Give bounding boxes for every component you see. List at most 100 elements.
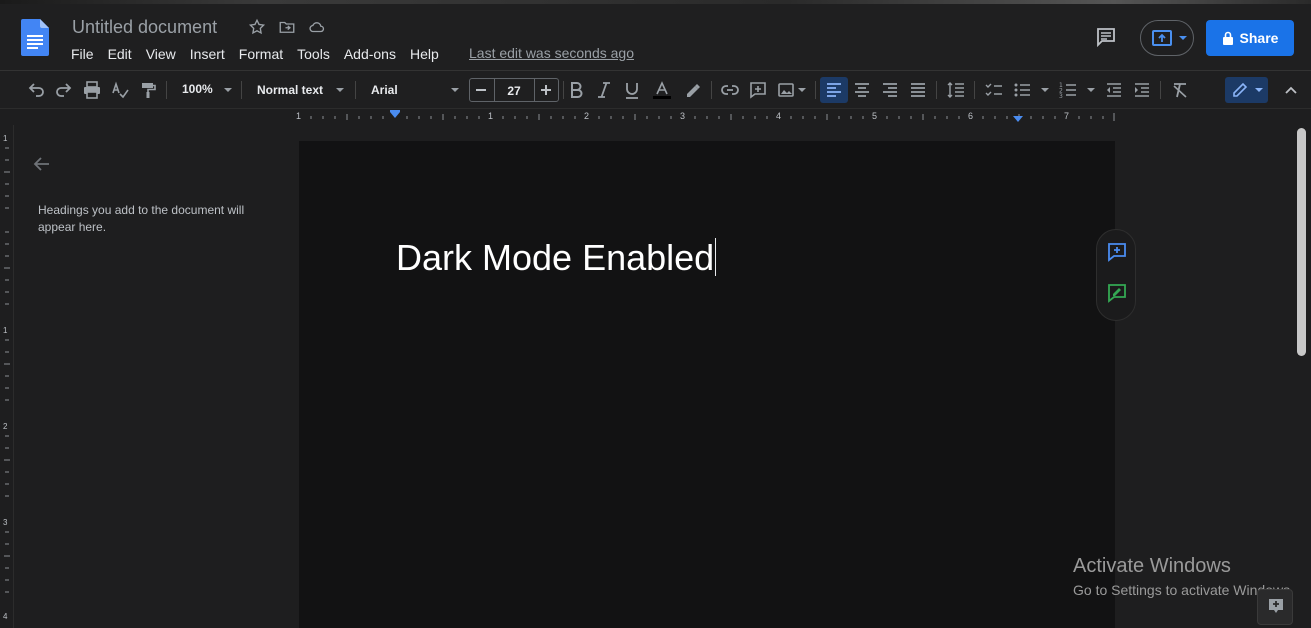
move-folder-icon[interactable]	[278, 18, 296, 36]
ruler-v-number: 4	[3, 612, 8, 621]
justify-icon[interactable]	[908, 80, 928, 100]
font-select[interactable]: Arial	[371, 83, 398, 97]
ruler-h-number: 1	[296, 111, 302, 121]
ruler-h-number: 1	[488, 111, 494, 121]
bold-icon[interactable]	[566, 80, 586, 100]
last-edit-link[interactable]: Last edit was seconds ago	[469, 45, 634, 61]
close-outline-arrow-icon[interactable]	[32, 154, 52, 174]
align-left-icon	[824, 80, 844, 100]
window-top-strip	[0, 0, 1311, 4]
document-title[interactable]: Untitled document	[72, 17, 217, 38]
share-label: Share	[1239, 30, 1279, 46]
font-size-input[interactable]: 27	[494, 84, 534, 98]
text-cursor	[715, 238, 717, 276]
print-icon[interactable]	[82, 80, 102, 100]
editing-mode-button[interactable]	[1225, 77, 1268, 103]
line-spacing-icon[interactable]	[946, 80, 966, 100]
clear-formatting-icon[interactable]	[1170, 80, 1190, 100]
bulleted-list-icon[interactable]	[1012, 80, 1032, 100]
share-button[interactable]: Share	[1206, 20, 1294, 56]
align-center-icon[interactable]	[852, 80, 872, 100]
menu-addons[interactable]: Add-ons	[337, 44, 403, 64]
align-right-icon[interactable]	[880, 80, 900, 100]
numbered-list-dropdown-icon[interactable]	[1087, 88, 1095, 92]
toolbar-divider	[241, 81, 242, 99]
increase-indent-icon[interactable]	[1132, 80, 1152, 100]
menu-file[interactable]: File	[64, 44, 101, 64]
toolbar-divider	[1160, 81, 1161, 99]
document-body[interactable]: Dark Mode Enabled	[396, 237, 717, 279]
explore-icon	[1269, 599, 1283, 613]
star-icon[interactable]	[248, 18, 266, 36]
toolbar-divider	[711, 81, 712, 99]
present-dropdown-icon[interactable]	[1179, 36, 1187, 40]
ruler-h-number: 6	[968, 111, 974, 121]
toolbar-divider	[815, 81, 816, 99]
underline-icon[interactable]	[622, 80, 642, 100]
text-color-icon[interactable]	[652, 80, 672, 100]
vertical-scrollbar[interactable]	[1297, 128, 1306, 356]
activate-title: Activate Windows	[1073, 555, 1231, 577]
ruler-ticks	[310, 110, 1115, 122]
decrease-indent-icon[interactable]	[1104, 80, 1124, 100]
numbered-list-icon[interactable]: 123	[1058, 80, 1078, 100]
header: Untitled document File Edit View Insert …	[0, 0, 1311, 71]
spellcheck-icon[interactable]	[110, 80, 130, 100]
ruler-h-number: 7	[1064, 111, 1070, 121]
insert-image-icon[interactable]	[776, 80, 796, 100]
outline-empty-message: Headings you add to the document will ap…	[38, 203, 245, 234]
lock-icon	[1222, 31, 1233, 45]
redo-icon[interactable]	[54, 80, 74, 100]
paint-format-icon[interactable]	[138, 80, 158, 100]
style-select[interactable]: Normal text	[257, 83, 323, 97]
ruler-h-number: 5	[872, 111, 878, 121]
add-comment-icon[interactable]	[748, 80, 768, 100]
highlight-color-icon[interactable]	[682, 80, 702, 100]
toolbar-divider	[563, 81, 564, 99]
comment-history-icon[interactable]	[1094, 25, 1118, 49]
document-text: Dark Mode Enabled	[396, 237, 715, 278]
menu-edit[interactable]: Edit	[101, 44, 139, 64]
present-icon	[1152, 30, 1172, 46]
toolbar-divider	[166, 81, 167, 99]
editing-mode-dropdown-icon	[1255, 88, 1263, 92]
vertical-ruler-ticks	[4, 147, 10, 593]
italic-icon[interactable]	[594, 80, 614, 100]
pencil-icon	[1233, 82, 1248, 97]
font-dropdown-icon[interactable]	[451, 88, 459, 92]
menu-format[interactable]: Format	[232, 44, 290, 64]
add-comment-float-icon[interactable]	[1106, 241, 1128, 263]
font-size-divider	[534, 78, 535, 102]
insert-image-dropdown-icon[interactable]	[798, 88, 806, 92]
toolbar-divider	[355, 81, 356, 99]
toolbar-divider	[936, 81, 937, 99]
bulleted-list-dropdown-icon[interactable]	[1041, 88, 1049, 92]
svg-text:3: 3	[1059, 93, 1063, 100]
menu-bar: File Edit View Insert Format Tools Add-o…	[64, 44, 446, 64]
docs-logo-icon[interactable]	[21, 19, 49, 56]
present-button[interactable]	[1140, 20, 1194, 56]
menu-tools[interactable]: Tools	[290, 44, 337, 64]
increase-font-size-icon-v	[545, 85, 547, 95]
undo-icon[interactable]	[26, 80, 46, 100]
ruler-v-number: 2	[3, 422, 8, 431]
ruler-h-number: 4	[776, 111, 782, 121]
decrease-font-size-icon[interactable]	[476, 89, 486, 91]
menu-insert[interactable]: Insert	[183, 44, 232, 64]
suggest-edits-icon[interactable]	[1106, 282, 1128, 304]
cloud-saved-icon[interactable]	[308, 18, 326, 36]
document-page[interactable]	[299, 141, 1115, 628]
link-icon[interactable]	[720, 80, 740, 100]
ruler-v-number: 3	[3, 518, 8, 527]
ruler-v-number: 1	[3, 326, 8, 335]
zoom-select[interactable]: 100%	[182, 82, 213, 96]
style-dropdown-icon[interactable]	[336, 88, 344, 92]
ruler-h-number: 3	[680, 111, 686, 121]
menu-view[interactable]: View	[139, 44, 183, 64]
explore-button[interactable]	[1257, 589, 1293, 625]
hide-menus-chevron-up-icon[interactable]	[1283, 82, 1299, 98]
zoom-dropdown-icon[interactable]	[224, 88, 232, 92]
menu-help[interactable]: Help	[403, 44, 446, 64]
toolbar-divider	[974, 81, 975, 99]
checklist-icon[interactable]	[984, 80, 1004, 100]
